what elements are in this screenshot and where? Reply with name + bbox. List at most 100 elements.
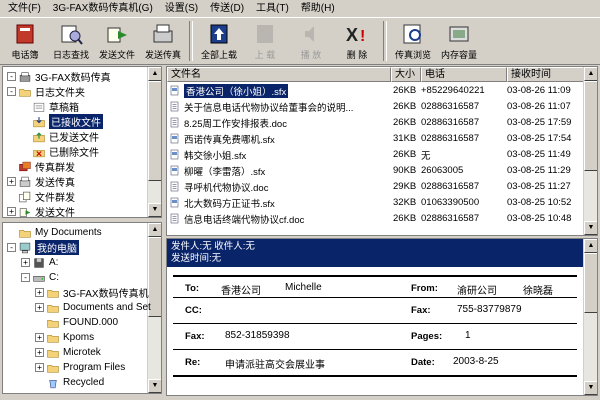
file-name-cell: 关于信息电话代物协议给董事会的说明...	[167, 100, 391, 114]
tree-node[interactable]: - 3G-FAX数码传真	[7, 69, 111, 84]
collapse-icon[interactable]: -	[21, 273, 30, 282]
expand-icon[interactable]: +	[35, 348, 44, 357]
tree-node[interactable]: + 发送传真	[7, 174, 75, 189]
scroll-up-arrow-icon[interactable]: ▲	[584, 67, 597, 81]
column-header-phone[interactable]: 电话	[421, 67, 507, 82]
scroll-thumb[interactable]	[584, 81, 597, 171]
menu-item-1[interactable]: 3G-FAX数码传真机(G)	[47, 0, 159, 18]
drive-tree[interactable]: ▲ ▼ My Documents - 我的电脑 + A: - C: +3G-FAX数码传真机 +…	[2, 222, 162, 394]
table-row[interactable]: 柳曜（李雷落）.sfx 90KB 26063005 03-08-25 11:29	[167, 163, 585, 178]
column-header-size[interactable]: 大小	[391, 67, 421, 82]
scroll-up-arrow-icon[interactable]: ▲	[148, 223, 161, 237]
toolbar-button-fax-view[interactable]: 传真浏览	[390, 21, 436, 63]
tree-node[interactable]: + A:	[21, 255, 58, 270]
tree-node[interactable]: - 我的电脑	[7, 240, 79, 255]
column-header-time[interactable]: 接收时间	[507, 67, 585, 82]
scroll-down-arrow-icon[interactable]: ▼	[148, 203, 161, 217]
tree-node-label: Documents and Set	[63, 302, 151, 313]
tree-node[interactable]: +3G-FAX数码传真机	[35, 285, 149, 300]
tree-node[interactable]: + Kpoms	[35, 330, 94, 345]
computer-icon	[18, 242, 32, 253]
toolbar-button-memory[interactable]: 内存容量	[436, 21, 482, 63]
tree-node[interactable]: 传真群发	[7, 159, 75, 174]
scroll-thumb[interactable]	[148, 81, 161, 181]
recycle-icon	[46, 377, 60, 388]
table-row[interactable]: 关于信息电话代物协议给董事会的说明... 26KB 02886316587 03-08…	[167, 99, 585, 114]
scroll-down-arrow-icon[interactable]: ▼	[584, 381, 597, 395]
tree-node-label: 日志文件夹	[35, 88, 85, 99]
file-list[interactable]: 文件名 大小 电话 接收时间 ▲ ▼ 香港公司（徐小姐）.sfx 26KB +852…	[166, 66, 598, 236]
scroll-down-arrow-icon[interactable]: ▼	[148, 379, 161, 393]
expand-icon[interactable]: +	[21, 258, 30, 267]
tree-node[interactable]: 已发送文件	[21, 129, 99, 144]
tree-node[interactable]: + Documents and Set	[35, 300, 151, 315]
tree-scrollbar[interactable]: ▲ ▼	[147, 67, 161, 217]
toolbar-button-play[interactable]: 播 放	[288, 21, 334, 63]
collapse-icon[interactable]: -	[7, 72, 16, 81]
divider	[173, 323, 577, 324]
menu-item-3[interactable]: 传送(D)	[204, 0, 250, 18]
tree-node[interactable]: FOUND.000	[35, 315, 118, 330]
expand-icon[interactable]: +	[35, 288, 44, 297]
folder-tree[interactable]: ▲ ▼ - 3G-FAX数码传真 - 日志文件夹 草稿箱 已接收文件 已发送文件 已删除文件传…	[2, 66, 162, 218]
file-name: 8.25周工作安排报表.doc	[184, 118, 287, 130]
tree-node[interactable]: My Documents	[7, 225, 102, 240]
expand-icon[interactable]: +	[7, 207, 16, 216]
menu-item-2[interactable]: 设置(S)	[159, 0, 204, 18]
toolbar-button-send-fax[interactable]: 发送传真	[140, 21, 186, 63]
tree-node[interactable]: 已删除文件	[21, 144, 99, 159]
table-row[interactable]: 信息电话终端代物协议cf.doc 26KB 02886316587 03-08-25 …	[167, 211, 585, 226]
expand-icon[interactable]: +	[35, 363, 44, 372]
file-list-scrollbar[interactable]: ▲ ▼	[583, 67, 597, 235]
table-row[interactable]: 寻呼机代物协议.doc 29KB 02886316587 03-08-25 11:27	[167, 179, 585, 194]
tree-node[interactable]: 草稿箱	[21, 99, 79, 114]
tree-node[interactable]: - 日志文件夹	[7, 84, 85, 99]
tree-node[interactable]: - C:	[21, 270, 59, 285]
delete-icon: X!	[344, 22, 370, 46]
table-row[interactable]: 韩交徐小姐.sfx 26KB 无 03-08-25 11:49	[167, 147, 585, 162]
expand-icon[interactable]: +	[7, 177, 16, 186]
send-fax-icon	[18, 176, 32, 187]
toolbar-button-phonebook[interactable]: 电话簿	[2, 21, 48, 63]
fax-re-value: 申请派驻高交会展业事	[225, 360, 325, 371]
menu-item-4[interactable]: 工具(T)	[250, 0, 295, 18]
tree-node[interactable]: 已接收文件	[21, 114, 103, 129]
expand-icon[interactable]: +	[35, 333, 44, 342]
table-row[interactable]: 北大数码方正证书.sfx 32KB 01063390500 03-08-25 10:5…	[167, 195, 585, 210]
column-header-filename[interactable]: 文件名	[167, 67, 391, 82]
file-time: 03-08-25 11:49	[507, 149, 571, 160]
table-row[interactable]: 西诺传真免费哪机.sfx 31KB 02886316587 03-08-25 17:5…	[167, 131, 585, 146]
divider	[173, 275, 577, 277]
scroll-thumb[interactable]	[584, 253, 597, 313]
tree-node[interactable]: + Program Files	[35, 360, 125, 375]
fax-re-label: Re:	[185, 357, 201, 368]
scroll-up-arrow-icon[interactable]: ▲	[148, 67, 161, 81]
tree-node-label: 发送文件	[35, 208, 75, 218]
tree-node[interactable]: + 发送文件	[7, 204, 75, 218]
table-row[interactable]: 香港公司（徐小姐）.sfx 26KB +85229640221 03-08-26 11…	[167, 83, 585, 98]
menu-item-5[interactable]: 帮助(H)	[295, 0, 341, 18]
menu-item-0[interactable]: 文件(F)	[2, 0, 47, 18]
toolbar-button-upload[interactable]: 上 载	[242, 21, 288, 63]
toolbar-button-delete[interactable]: X! 删 除	[334, 21, 380, 63]
collapse-icon[interactable]: -	[7, 87, 16, 96]
upload-icon	[252, 22, 278, 46]
file-name-cell: 西诺传真免费哪机.sfx	[167, 132, 391, 146]
toolbar-button-upload-all[interactable]: 全部上载	[196, 21, 242, 63]
scroll-up-arrow-icon[interactable]: ▲	[584, 239, 597, 253]
toolbar-button-label: 传真浏览	[394, 50, 431, 60]
collapse-icon[interactable]: -	[7, 243, 16, 252]
tree-node-label: 发送传真	[35, 178, 75, 189]
tree-node-label: A:	[49, 257, 59, 268]
table-row[interactable]: 8.25周工作安排报表.doc 26KB 02886316587 03-08-25 1…	[167, 115, 585, 130]
tree-node-label: Kpoms	[63, 332, 95, 343]
scroll-down-arrow-icon[interactable]: ▼	[584, 221, 597, 235]
tree-node[interactable]: 文件群发	[7, 189, 75, 204]
toolbar-button-log-search[interactable]: 日志查找	[48, 21, 94, 63]
tree-node[interactable]: Recycled	[35, 375, 104, 390]
preview-scrollbar[interactable]: ▲ ▼	[583, 239, 597, 395]
expand-icon[interactable]: +	[35, 303, 44, 312]
tree-node[interactable]: + Microtek	[35, 345, 101, 360]
file-size: 29KB	[393, 181, 417, 192]
toolbar-button-send-file[interactable]: 发送文件	[94, 21, 140, 63]
